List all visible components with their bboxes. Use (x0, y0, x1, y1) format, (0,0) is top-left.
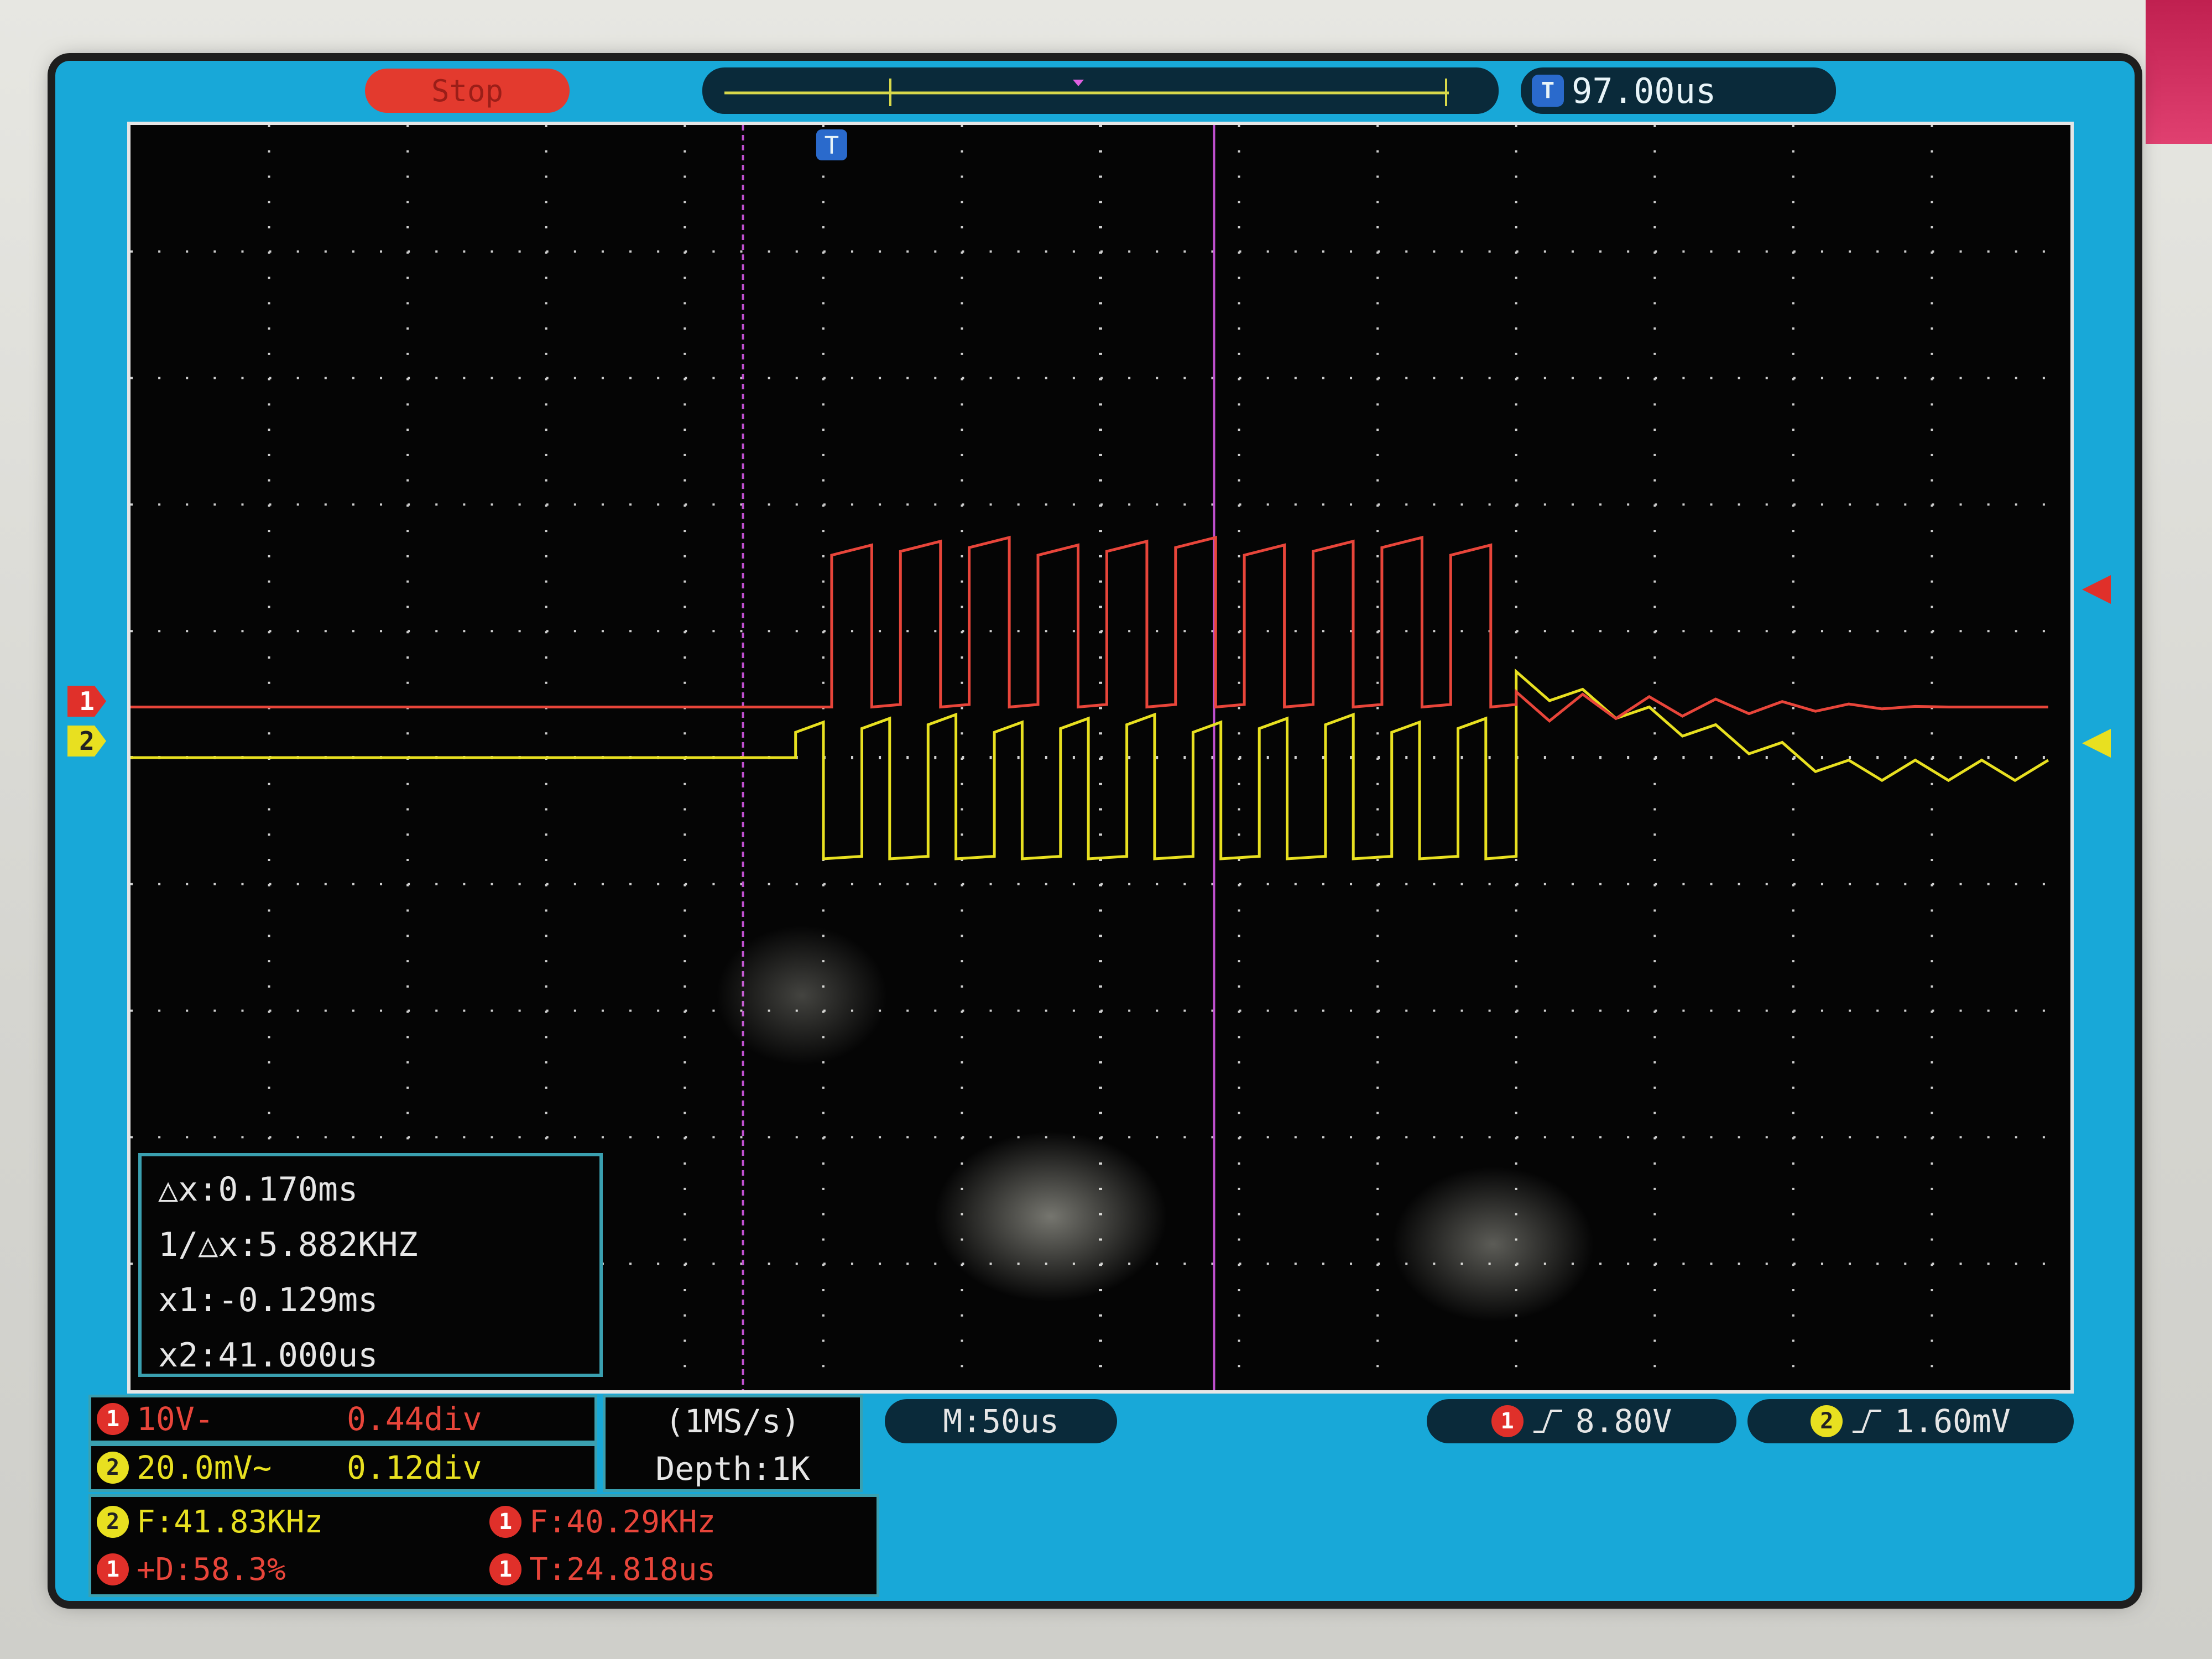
channel-2-ground-marker[interactable]: 2 (67, 726, 106, 757)
cursor-readout-panel: △x:0.170ms 1/△x:5.882KHZ x1:-0.129ms x2:… (138, 1153, 603, 1377)
channel-1-marker-label: 1 (79, 686, 95, 716)
channel-1-badge: 1 (97, 1403, 129, 1435)
measurement-ch2-badge: 2 (97, 1506, 129, 1538)
measurement-ch2-frequency-value: F:41.83KHz (137, 1504, 324, 1540)
memory-depth: Depth:1K (655, 1450, 810, 1488)
measurement-ch1-duty-badge: 1 (97, 1553, 129, 1585)
channel-2-offset: 0.12div (347, 1449, 482, 1486)
rising-edge-icon (1853, 1410, 1882, 1433)
run-state-label: Stop (431, 73, 504, 108)
bezel-corner-tab (2146, 0, 2212, 144)
trigger-position-value: 97.00us (1572, 70, 1717, 111)
channel-1-trigger-level-marker[interactable] (2082, 575, 2111, 604)
measurement-ch1-period-value: T:24.818us (529, 1551, 716, 1588)
timebase-value: M:50us (943, 1402, 1059, 1440)
measurement-ch1-freq-badge: 1 (489, 1506, 521, 1538)
channel-2-trigger-level-marker[interactable] (2082, 729, 2111, 758)
channel-2-marker-label: 2 (79, 726, 95, 756)
timebase-readout[interactable]: M:50us (885, 1399, 1117, 1443)
channel-1-scale: 10V- (137, 1400, 214, 1438)
channel-1-trigger-readout[interactable]: 1 8.80V (1427, 1399, 1736, 1443)
cursor-inverse-delta-x: 1/△x:5.882KHZ (158, 1225, 418, 1264)
channel-2-trace (131, 668, 2049, 860)
trigger-ch1-badge: 1 (1491, 1405, 1524, 1437)
trigger-position-icon (1073, 80, 1084, 86)
measurement-ch1-frequency-value: F:40.29KHz (529, 1504, 716, 1540)
measurement-ch1-duty-value: +D:58.3% (137, 1551, 286, 1588)
channel-1-offset: 0.44div (347, 1400, 482, 1438)
channel-2-scale: 20.0mV~ (137, 1449, 272, 1486)
channel-1-settings[interactable]: 1 10V- 0.44div (88, 1395, 597, 1443)
oscilloscope-screen: Stop T 97.00us T 1 2 △x:0.170ms 1/△x:5.8… (55, 61, 2135, 1601)
trigger-ch2-level: 1.60mV (1895, 1402, 2011, 1440)
trigger-ch1-level: 8.80V (1575, 1402, 1672, 1440)
channel-1-trace (131, 535, 2048, 723)
channel-2-settings[interactable]: 2 20.0mV~ 0.12div (88, 1443, 597, 1492)
cursor-delta-x: △x:0.170ms (158, 1170, 358, 1209)
sample-rate: (1MS/s) (665, 1402, 801, 1440)
measurement-ch2-frequency: 2 F:41.83KHz (97, 1498, 323, 1546)
memory-overview (724, 79, 1449, 106)
cursor-x2-value: x2:41.000us (158, 1336, 378, 1375)
svg-text:T: T (825, 132, 839, 160)
run-state-button[interactable]: Stop (365, 69, 570, 113)
cursor-x1-value: x1:-0.129ms (158, 1281, 378, 1319)
channel-2-badge: 2 (97, 1452, 129, 1484)
channel-2-trigger-readout[interactable]: 2 1.60mV (1747, 1399, 2074, 1443)
trigger-position-readout: T 97.00us (1521, 67, 1836, 114)
channel-1-ground-marker[interactable]: 1 (67, 686, 106, 717)
trigger-marker-icon: T (816, 129, 847, 160)
acquisition-panel[interactable]: (1MS/s) Depth:1K (603, 1395, 863, 1492)
measurement-ch1-period-badge: 1 (489, 1553, 521, 1585)
trigger-t-icon: T (1532, 75, 1564, 107)
rising-edge-icon (1533, 1410, 1562, 1433)
measurement-ch1-frequency: 1 F:40.29KHz (489, 1498, 716, 1546)
measurement-ch1-duty: 1 +D:58.3% (97, 1546, 286, 1593)
measurement-panel: 2 F:41.83KHz 1 F:40.29KHz 1 +D:58.3% 1 T… (88, 1494, 879, 1597)
measurement-ch1-period: 1 T:24.818us (489, 1546, 716, 1593)
memory-overview-bar (702, 67, 1499, 114)
trigger-ch2-badge: 2 (1811, 1405, 1843, 1437)
